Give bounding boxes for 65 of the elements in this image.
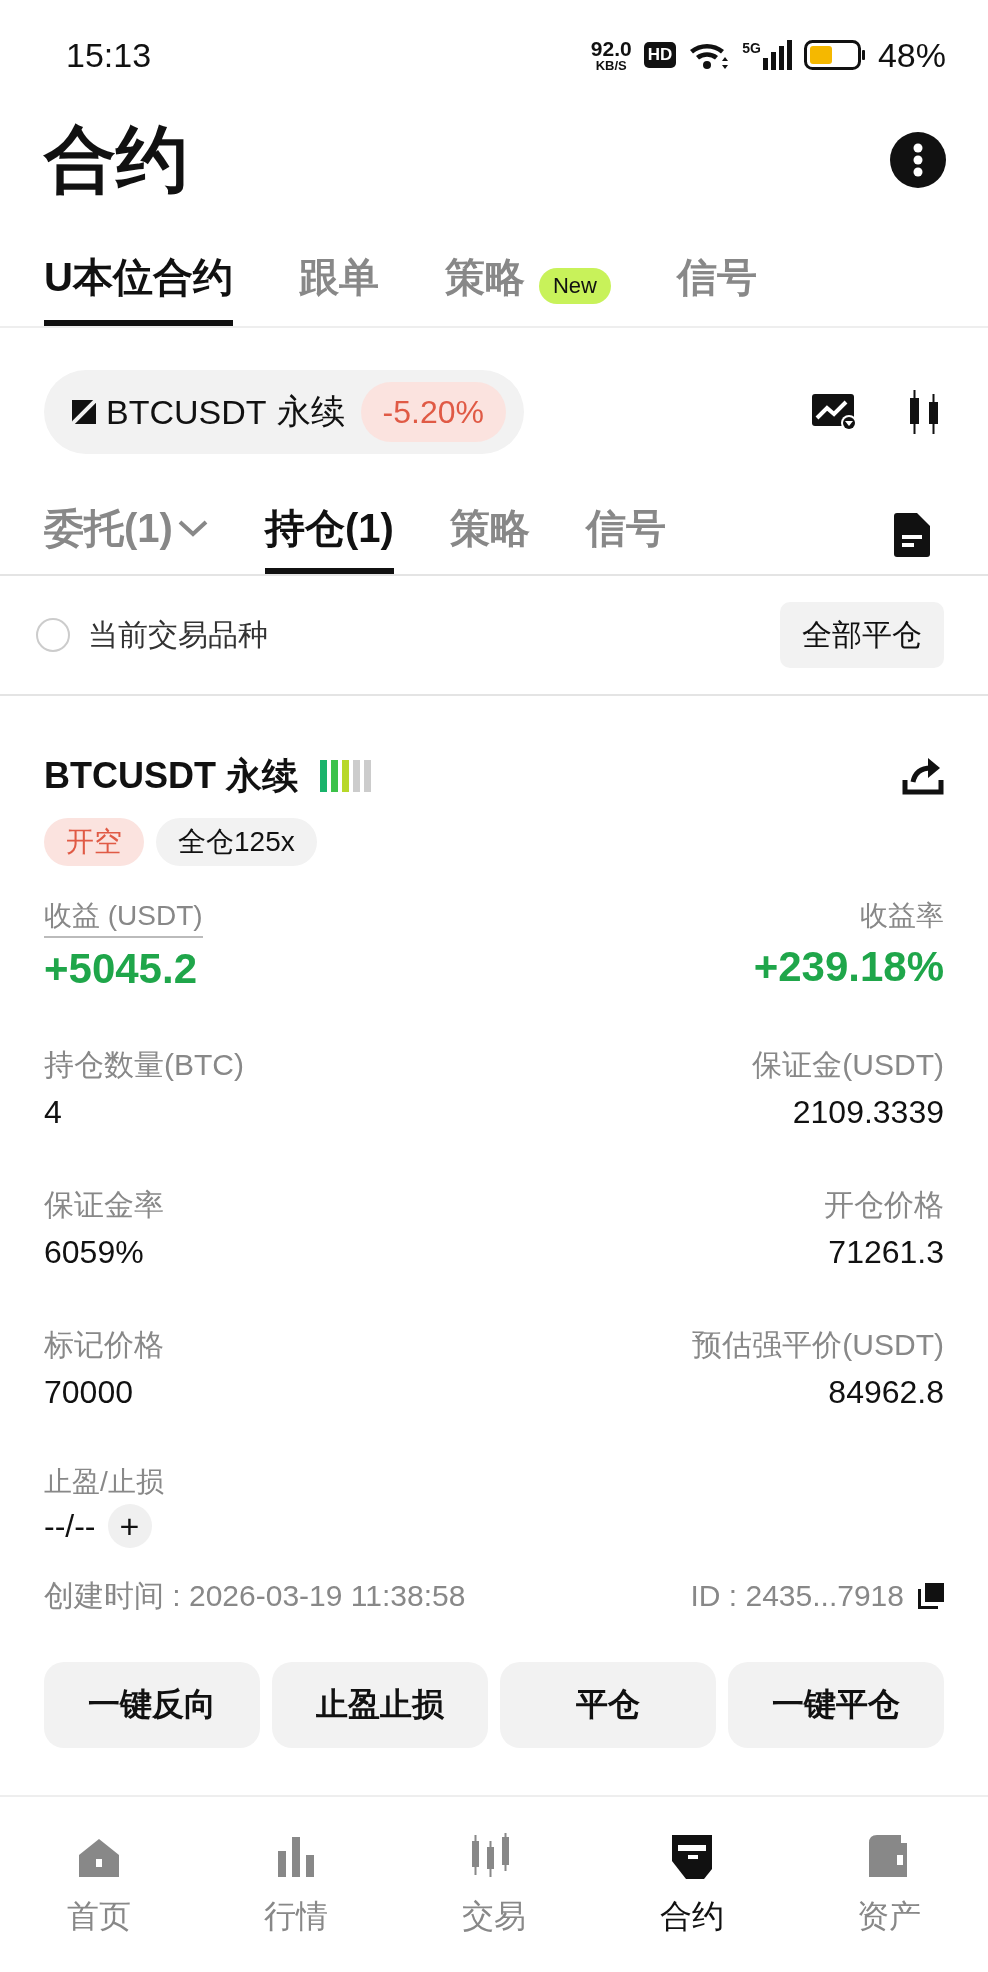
battery-percent: 48% [877, 35, 946, 75]
roe-label: 收益率 [860, 899, 944, 933]
close-all-button[interactable]: 全部平仓 [780, 602, 944, 668]
status-time: 15:13 [66, 35, 152, 75]
contract-type: 永续 [276, 391, 345, 432]
field-label: 持仓数量(BTC) [44, 1047, 244, 1083]
nav-item[interactable]: 交易 [395, 1833, 593, 1939]
chevron-down-icon [176, 518, 209, 538]
network-speed: 92.0 KB/S [590, 38, 632, 72]
tab[interactable]: 信号 [585, 502, 666, 574]
tab[interactable]: U本位合约 [44, 246, 233, 326]
action-button[interactable]: 平仓 [500, 1662, 716, 1748]
tab[interactable]: 委托(1) [44, 502, 209, 574]
roe-value: +239.18% [753, 942, 944, 992]
position-id: ID : 2435...7918 [690, 1579, 904, 1613]
field-label: 保证金率 [44, 1187, 164, 1223]
tab[interactable]: 信号 [676, 246, 757, 326]
action-button[interactable]: 一键平仓 [728, 1662, 944, 1748]
tab[interactable]: 跟单 [298, 246, 379, 326]
field-label: 开仓价格 [824, 1187, 944, 1223]
action-button[interactable]: 止盈止损 [272, 1662, 488, 1748]
tab[interactable]: 持仓(1) [264, 502, 394, 574]
share-icon[interactable] [902, 756, 944, 796]
field-value: 2109.3339 [792, 1093, 944, 1132]
radio-button[interactable] [36, 618, 70, 652]
tab[interactable]: 策略 [444, 246, 525, 326]
position-symbol: BTCUSDT 永续 [44, 753, 298, 798]
tab[interactable]: 策略 [449, 502, 530, 574]
field-value: 70000 [44, 1373, 133, 1412]
logo-icon [72, 400, 96, 424]
side-tag: 开空 [44, 818, 144, 866]
field-value: 4 [44, 1093, 62, 1132]
new-badge: New [538, 268, 611, 304]
nav-item[interactable]: 首页 [0, 1833, 198, 1939]
candlestick-icon[interactable] [908, 390, 940, 434]
field-value: 84962.8 [828, 1373, 944, 1412]
copy-icon[interactable] [918, 1583, 944, 1609]
field-label: 止盈/止损 [44, 1465, 164, 1499]
pnl-label[interactable]: 收益 (USDT) [44, 896, 203, 938]
action-button[interactable]: 一键反向 [44, 1662, 260, 1748]
add-button[interactable]: + [107, 1504, 152, 1548]
field-value: --/-- [44, 1507, 96, 1546]
chart-icon[interactable] [812, 392, 858, 432]
network-type: 5G [742, 40, 761, 56]
created-time: 创建时间 : 2026-03-19 11:38:58 [44, 1577, 466, 1614]
nav-item[interactable]: 行情 [197, 1833, 396, 1939]
document-icon[interactable] [894, 513, 930, 557]
field-value: 6059% [44, 1233, 144, 1272]
nav-item[interactable]: 合约 [592, 1833, 791, 1939]
margin-tag: 全仓125x [156, 818, 317, 866]
page-title: 合约 [44, 118, 188, 201]
field-label: 预估强平价(USDT) [692, 1327, 944, 1363]
battery-icon [803, 40, 866, 70]
symbol-selector[interactable]: BTCUSDT 永续 -5.20% [44, 370, 524, 454]
more-icon[interactable] [890, 132, 946, 188]
nav-item[interactable]: 资产 [790, 1833, 988, 1939]
field-label: 保证金(USDT) [752, 1047, 944, 1083]
hd-indicator: HD [643, 42, 677, 68]
pnl-value: +5045.2 [44, 944, 197, 994]
price-change: -5.20% [360, 382, 506, 442]
symbol-name: BTCUSDT [106, 392, 267, 432]
field-label: 标记价格 [44, 1327, 164, 1363]
signal-icon [761, 40, 792, 70]
filter-label: 当前交易品种 [88, 616, 268, 653]
field-value: 71261.3 [828, 1233, 944, 1272]
